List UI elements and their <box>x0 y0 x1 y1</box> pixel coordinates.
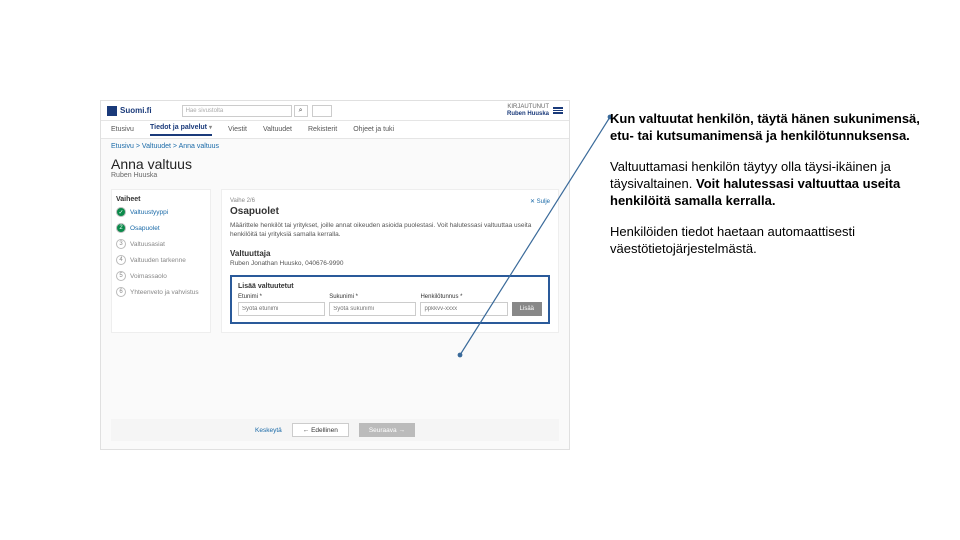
main-panel: ✕ Sulje Vaihe 2/6 Osapuolet Määrittele h… <box>221 189 559 333</box>
nav-tiedot[interactable]: Tiedot ja palvelut ▾ <box>150 124 212 136</box>
ssn-input[interactable] <box>420 302 507 316</box>
valtuuttaja-value: Ruben Jonathan Huusko, 040676-9990 <box>230 260 550 267</box>
nav-rekisterit[interactable]: Rekisterit <box>308 126 337 133</box>
topbar: Suomi.fi Hae sivustolta ⌕ KIRJAUTUNUT Ru… <box>101 101 569 121</box>
close-button[interactable]: ✕ Sulje <box>530 198 550 205</box>
user-info: KIRJAUTUNUT Ruben Huuska <box>507 104 549 118</box>
nav-ohjeet[interactable]: Ohjeet ja tuki <box>353 126 394 133</box>
annotation-p2: Valtuuttamasi henkilön täytyy olla täysi… <box>610 158 940 209</box>
step-3[interactable]: 3Valtuusasiat <box>116 239 206 249</box>
firstname-input[interactable] <box>238 302 325 316</box>
step-6[interactable]: 6Yhteenveto ja vahvistus <box>116 287 206 297</box>
step-4[interactable]: 4Valtuuden tarkenne <box>116 255 206 265</box>
lastname-label: Sukunimi * <box>329 294 416 300</box>
annotation-p1: Kun valtuutat henkilön, täytä hänen suku… <box>610 110 940 144</box>
cancel-link[interactable]: Keskeytä <box>255 427 282 434</box>
prev-button[interactable]: ← Edellinen <box>292 423 349 437</box>
add-authorized-box: Lisää valtuutetut Etunimi * Sukunimi * H… <box>230 275 550 324</box>
menu-icon[interactable] <box>553 107 563 114</box>
annotation-p3: Henkilöiden tiedot haetaan automaattises… <box>610 223 940 257</box>
firstname-label: Etunimi * <box>238 294 325 300</box>
nav-etusivu[interactable]: Etusivu <box>111 126 134 133</box>
valtuuttaja-title: Valtuuttaja <box>230 249 550 258</box>
step-list: Vaiheet ✓Valtuustyyppi 2Osapuolet 3Valtu… <box>111 189 211 333</box>
page-title: Anna valtuus <box>101 154 569 172</box>
search-icon: ⌕ <box>299 107 303 115</box>
brand: Suomi.fi <box>120 106 152 115</box>
language-select[interactable] <box>312 105 332 117</box>
search-input[interactable]: Hae sivustolta <box>182 105 292 117</box>
step-2[interactable]: 2Osapuolet <box>116 223 206 233</box>
next-button[interactable]: Seuraava → <box>359 423 415 437</box>
step-indicator: Vaihe 2/6 <box>230 198 550 204</box>
ssn-label: Henkilötunnus * <box>420 294 507 300</box>
wizard-footer: Keskeytä ← Edellinen Seuraava → <box>111 419 559 441</box>
nav-valtuudet[interactable]: Valtuudet <box>263 126 292 133</box>
logo-icon <box>107 106 117 116</box>
add-button[interactable]: Lisää <box>512 302 542 316</box>
add-authorized-title: Lisää valtuutetut <box>238 283 542 290</box>
step-1[interactable]: ✓Valtuustyyppi <box>116 207 206 217</box>
chevron-down-icon: ▾ <box>209 125 212 131</box>
steps-header: Vaiheet <box>116 196 206 203</box>
lastname-input[interactable] <box>329 302 416 316</box>
main-title: Osapuolet <box>230 206 550 217</box>
main-nav: Etusivu Tiedot ja palvelut ▾ Viestit Val… <box>101 121 569 139</box>
app-screenshot: Suomi.fi Hae sivustolta ⌕ KIRJAUTUNUT Ru… <box>100 100 570 450</box>
nav-viestit[interactable]: Viestit <box>228 126 247 133</box>
annotation-text: Kun valtuutat henkilön, täytä hänen suku… <box>610 110 940 271</box>
main-description: Määrittele henkilöt tai yritykset, joill… <box>230 221 550 239</box>
search-button[interactable]: ⌕ <box>294 105 308 117</box>
step-5[interactable]: 5Voimassaolo <box>116 271 206 281</box>
breadcrumb: Etusivu > Valtuudet > Anna valtuus <box>101 139 569 154</box>
page-subtitle: Ruben Huuska <box>101 172 569 185</box>
